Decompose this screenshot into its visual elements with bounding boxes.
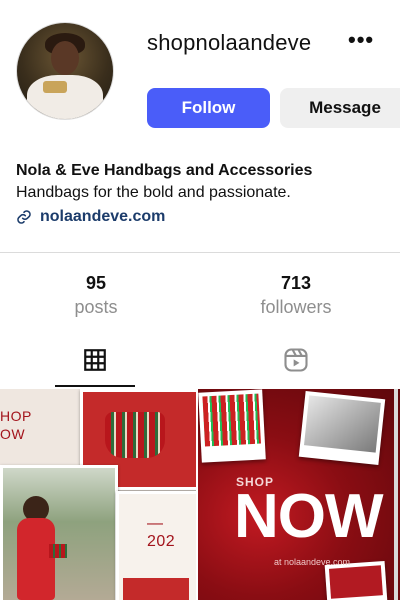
posts-grid: HOP OW — 202 SHOP NOW at nolaandeve.com: [0, 389, 400, 600]
tab-reels[interactable]: [256, 344, 336, 376]
message-button[interactable]: Message: [280, 88, 400, 128]
followers-count[interactable]: 713: [226, 272, 366, 294]
post-year-text: — 202: [147, 515, 176, 550]
followers-label[interactable]: followers: [226, 294, 366, 320]
grid-icon: [84, 349, 106, 371]
post-site-label: at nolaandeve.com: [274, 557, 351, 567]
posts-stat: 95 posts: [26, 272, 166, 320]
polaroid-photo: [298, 390, 386, 466]
username: shopnolaandeve: [147, 30, 312, 55]
red-strip: [123, 578, 189, 600]
more-options-icon[interactable]: •••: [348, 29, 378, 51]
tab-posts-grid[interactable]: [55, 344, 135, 376]
polaroid-image: [304, 395, 381, 453]
polaroid-image: [202, 393, 261, 447]
post-tile[interactable]: HOP OW — 202: [0, 389, 196, 600]
model-red-dress: [17, 518, 55, 600]
website-link[interactable]: nolaandeve.com: [16, 206, 386, 228]
bio-tagline: Handbags for the bold and passionate.: [16, 184, 291, 201]
reels-icon: [284, 348, 308, 372]
website-text[interactable]: nolaandeve.com: [40, 206, 165, 228]
post-now-label: NOW: [234, 482, 384, 551]
follow-button[interactable]: Follow: [147, 88, 270, 128]
post-shop-text: HOP OW: [0, 408, 32, 442]
avatar-face: [51, 41, 79, 75]
polaroid-image: [328, 565, 383, 599]
model-handbag: [49, 544, 67, 558]
post-photo-street: [0, 465, 118, 600]
scrollbar[interactable]: [394, 389, 398, 600]
divider: [0, 252, 400, 253]
link-icon: [17, 210, 31, 224]
followers-stat[interactable]: 713 followers: [226, 272, 366, 320]
post-tile[interactable]: SHOP NOW at nolaandeve.com: [198, 389, 400, 600]
active-tab-indicator: [55, 385, 135, 387]
profile-avatar[interactable]: [16, 22, 114, 120]
polaroid-photo: [198, 389, 266, 463]
display-name: Nola & Eve Handbags and Accessories: [16, 162, 313, 179]
avatar-handbag: [43, 81, 67, 93]
posts-count: 95: [85, 273, 107, 293]
plaid-handbag: [105, 412, 165, 458]
profile-bio: Nola & Eve Handbags and Accessories Hand…: [16, 160, 386, 228]
posts-label: posts: [74, 297, 118, 317]
